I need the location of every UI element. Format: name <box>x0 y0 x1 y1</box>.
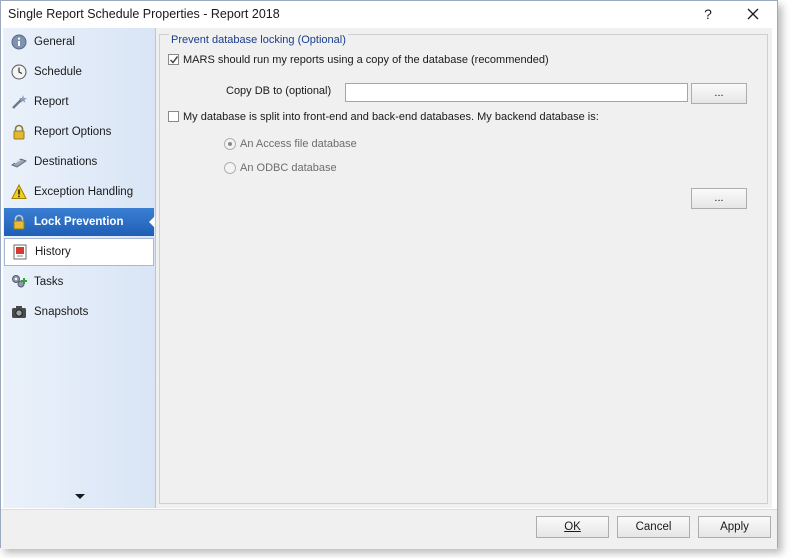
sidebar-item-label: Report <box>34 96 69 108</box>
sidebar-item-report-options[interactable]: Report Options <box>4 118 154 146</box>
sidebar-item-history[interactable]: History <box>4 238 154 266</box>
sidebar-item-label: General <box>34 36 75 48</box>
cancel-button[interactable]: Cancel <box>617 516 690 538</box>
prevent-locking-group: Prevent database locking (Optional) MARS… <box>159 34 768 504</box>
title-bar: Single Report Schedule Properties - Repo… <box>1 1 777 28</box>
odbc-db-radio[interactable] <box>224 162 236 174</box>
properties-dialog: Single Report Schedule Properties - Repo… <box>0 0 778 549</box>
copy-db-checkbox[interactable] <box>168 54 179 65</box>
window-title: Single Report Schedule Properties - Repo… <box>8 7 280 21</box>
access-db-radio-label[interactable]: An Access file database <box>240 138 357 150</box>
warning-icon <box>10 183 28 201</box>
odbc-db-radio-label[interactable]: An ODBC database <box>240 162 337 174</box>
destination-icon <box>10 153 28 171</box>
copy-db-to-label: Copy DB to (optional) <box>226 85 332 97</box>
sidebar-item-exception-handling[interactable]: Exception Handling <box>4 178 154 206</box>
copy-db-browse-button[interactable]: ... <box>691 83 747 104</box>
dialog-footer: OK Cancel Apply <box>1 509 777 549</box>
close-icon <box>747 8 759 20</box>
sidebar-item-label: Lock Prevention <box>34 216 124 228</box>
help-button[interactable]: ? <box>695 3 721 25</box>
camera-icon <box>10 303 28 321</box>
tasks-icon <box>10 273 28 291</box>
sidebar-item-label: Schedule <box>34 66 82 78</box>
ok-button-label: OK <box>564 521 581 533</box>
report-wand-icon <box>10 93 28 111</box>
checkmark-icon <box>169 56 179 64</box>
ok-button[interactable]: OK <box>536 516 609 538</box>
sidebar-item-schedule[interactable]: Schedule <box>4 58 154 86</box>
split-db-checkbox-label[interactable]: My database is split into front-end and … <box>183 111 599 123</box>
copy-db-checkbox-label[interactable]: MARS should run my reports using a copy … <box>183 54 549 66</box>
sidebar-item-label: Exception Handling <box>34 186 134 198</box>
sidebar-scroll-down-icon[interactable] <box>75 494 85 499</box>
history-icon <box>11 243 29 261</box>
lock-prevention-panel: Prevent database locking (Optional) MARS… <box>156 28 772 508</box>
sidebar-item-label: Destinations <box>34 156 98 168</box>
sidebar-item-general[interactable]: General <box>4 28 154 56</box>
sidebar-item-label: History <box>35 246 71 258</box>
sidebar-nav: General Schedule Report Report Options D… <box>3 28 156 508</box>
sidebar-item-label: Tasks <box>34 276 64 288</box>
group-title: Prevent database locking (Optional) <box>169 34 348 46</box>
sidebar-item-destinations[interactable]: Destinations <box>4 148 154 176</box>
sidebar-item-tasks[interactable]: Tasks <box>4 268 154 296</box>
sidebar-item-snapshots[interactable]: Snapshots <box>4 298 154 326</box>
apply-button[interactable]: Apply <box>698 516 771 538</box>
copy-db-to-input[interactable] <box>345 83 688 102</box>
lock-icon <box>10 123 28 141</box>
backend-db-browse-button[interactable]: ... <box>691 188 747 209</box>
split-db-checkbox[interactable] <box>168 111 179 122</box>
lock-icon <box>10 213 28 231</box>
access-db-radio[interactable] <box>224 138 236 150</box>
info-icon <box>10 33 28 51</box>
sidebar-item-label: Report Options <box>34 126 112 138</box>
clock-icon <box>10 63 28 81</box>
sidebar-item-label: Snapshots <box>34 306 89 318</box>
close-button[interactable] <box>739 3 767 25</box>
sidebar-item-report[interactable]: Report <box>4 88 154 116</box>
sidebar-item-lock-prevention[interactable]: Lock Prevention <box>4 208 155 236</box>
